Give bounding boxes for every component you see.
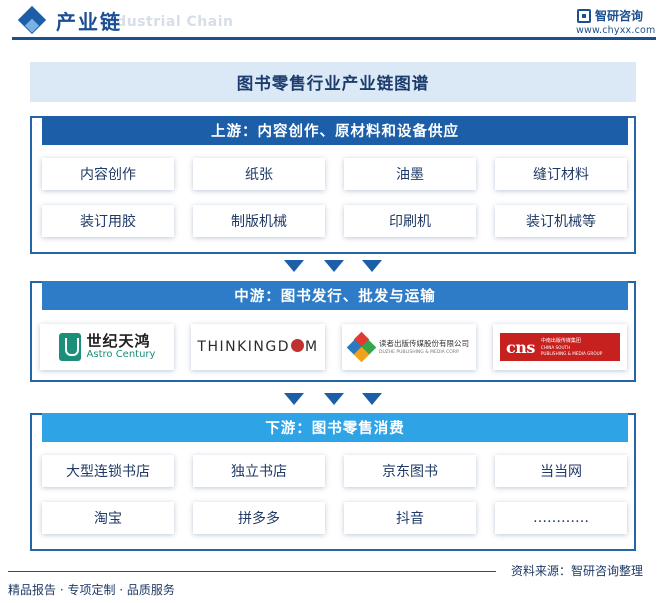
header-title: 产业链: [56, 10, 122, 34]
thinkingdom-logo: THINKINGD M: [191, 324, 325, 370]
footer-slogan: 精品报告 · 专项定制 · 品质服务: [8, 583, 175, 597]
diamond-icon: [17, 5, 47, 35]
astro-century-logo: 世纪天鸿 Astro Century: [40, 324, 174, 370]
brand-name: 智研咨询: [595, 9, 644, 23]
brand-url[interactable]: www.chyxx.com: [576, 25, 655, 36]
upstream-item: 缝订材料: [495, 158, 627, 190]
downstream-item: 当当网: [495, 455, 627, 487]
cns-logo: cns 中南出版传媒集团 CHINA SOUTH PUBLISHING & ME…: [493, 324, 627, 370]
astro-century-mark-icon: [58, 333, 81, 361]
midstream-section: 中游：图书发行、批发与运输 世纪天鸿 Astro Century THINKIN…: [30, 281, 636, 382]
upstream-item: 装订用胶: [42, 205, 174, 237]
thinkingdom-text-b: M: [305, 339, 319, 355]
cns-en2: PUBLISHING & MEDIA GROUP: [540, 350, 603, 356]
downstream-item: 独立书店: [193, 455, 325, 487]
chart-title: 图书零售行业产业链图谱: [236, 74, 430, 93]
astro-century-en: Astro Century: [86, 349, 156, 360]
brand-mark-icon: [577, 9, 591, 23]
downstream-item: 拼多多: [193, 502, 325, 534]
thinkingdom-o-icon: [291, 339, 304, 352]
header-divider: [12, 37, 656, 40]
arrow-down-icon: [284, 260, 304, 272]
upstream-item: 印刷机: [344, 205, 476, 237]
upstream-section: 上游：内容创作、原材料和设备供应 内容创作 纸张 油墨 缝订材料 装订用胶 制版…: [30, 116, 636, 254]
astro-century-cn: 世纪天鸿: [86, 332, 151, 350]
upstream-item: 纸张: [193, 158, 325, 190]
flow-arrows-upper: [282, 260, 390, 274]
downstream-item: 大型连锁书店: [42, 455, 174, 487]
midstream-title: 中游：图书发行、批发与运输: [42, 281, 628, 310]
chart-title-band: 图书零售行业产业链图谱: [30, 62, 636, 102]
upstream-item: 油墨: [344, 158, 476, 190]
flow-arrows-lower: [282, 393, 390, 407]
arrow-down-icon: [324, 393, 344, 405]
arrow-down-icon: [324, 260, 344, 272]
downstream-item: 京东图书: [344, 455, 476, 487]
duzhe-mark-icon: [346, 331, 377, 363]
upstream-title: 上游：内容创作、原材料和设备供应: [42, 116, 628, 145]
downstream-section: 下游：图书零售消费 大型连锁书店 独立书店 京东图书 当当网 淘宝 拼多多 抖音…: [30, 413, 636, 551]
downstream-title: 下游：图书零售消费: [42, 413, 628, 442]
downstream-item: 抖音: [344, 502, 476, 534]
arrow-down-icon: [362, 393, 382, 405]
downstream-item: 淘宝: [42, 502, 174, 534]
upstream-item: 装订机械等: [495, 205, 627, 237]
downstream-item: …………: [495, 502, 627, 534]
thinkingdom-text-a: THINKINGD: [197, 339, 290, 355]
cns-mark: cns: [506, 337, 535, 357]
duzhe-cn: 读者出版传媒股份有限公司: [379, 338, 469, 348]
brand-logo[interactable]: 智研咨询 www.chyxx.com: [563, 6, 663, 38]
page-header: Industrial Chain 产业链 智研咨询 www.chyxx.com: [0, 0, 668, 44]
arrow-down-icon: [284, 393, 304, 405]
source-note: 资料来源：智研咨询整理: [511, 564, 644, 578]
cns-cn: 中南出版传媒集团: [540, 337, 581, 344]
arrow-down-icon: [362, 260, 382, 272]
duzhe-logo: 读者出版传媒股份有限公司 DUZHE PUBLISHING & MEDIA CO…: [342, 324, 476, 370]
upstream-item: 内容创作: [42, 158, 174, 190]
duzhe-en: DUZHE PUBLISHING & MEDIA CORP.: [379, 349, 460, 355]
upstream-item: 制版机械: [193, 205, 325, 237]
